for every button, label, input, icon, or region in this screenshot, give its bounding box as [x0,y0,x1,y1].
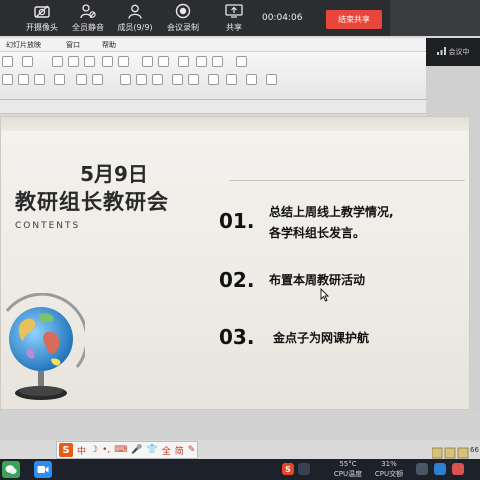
ime-punct-icon[interactable]: •, [102,445,110,455]
ime-tools-icon[interactable]: ✎ [188,445,196,455]
mouse-cursor-icon [320,287,330,302]
arrow-icon[interactable] [172,74,183,85]
ppt-toolbar [0,52,426,100]
slide-canvas[interactable]: 5月9日 教研组长教研会 CONTENTS 01. 总结上周线上教学情况, 各学… [0,116,470,410]
tray-app-icon[interactable] [298,463,310,475]
redo-icon[interactable] [22,56,33,67]
meeting-status-label: 会议中 [448,48,470,56]
cpu-temp-value: 55°C [339,460,357,468]
share-screen-icon [225,3,243,19]
ime-voice-icon[interactable]: 🎤 [131,445,142,455]
toolbar-row-2 [0,72,300,88]
share-screen-label: 共享 [226,23,242,32]
undo-icon[interactable] [2,56,13,67]
font-size-icon[interactable] [178,56,189,67]
members-label: 成员(9/9) [117,23,153,32]
line-style-icon[interactable] [118,56,129,67]
picture-icon[interactable] [84,56,95,67]
ime-language-toggle[interactable]: 中 [77,444,86,457]
shadow-icon[interactable] [246,74,257,85]
mute-all-label: 全员静音 [72,23,104,32]
slide-contents-label: CONTENTS [15,221,81,231]
slide-main-title: 教研组长教研会 [15,190,169,214]
agenda-number-3: 03. [219,325,255,349]
sogou-tray-icon[interactable]: S [282,463,294,475]
ime-full-width-toggle[interactable]: 全 [162,444,171,457]
menu-help[interactable]: 帮助 [102,40,116,50]
shape-icon[interactable] [142,56,153,67]
agenda-text-2: 布置本周教研活动 [269,273,366,287]
globe-image [1,292,89,409]
toolbar-row-1 [0,54,300,70]
zoom-icon[interactable] [212,56,223,67]
ppt-ruler [0,100,426,114]
meeting-timer: 00:04:06 [262,13,303,23]
textbox-icon[interactable] [158,56,169,67]
tray-shield-icon[interactable] [434,463,446,475]
ime-logo-icon[interactable]: S [59,443,73,457]
ime-keyboard-icon[interactable]: ⌨ [114,445,127,455]
agenda-text-3: 金点子为网课护航 [273,331,370,345]
meeting-toolbar-right [390,0,480,36]
end-share-button[interactable]: 结束共享 [326,10,382,29]
ime-skin-icon[interactable]: 👕 [146,445,157,455]
ime-simplified-toggle[interactable]: 简 [175,444,184,457]
agenda-text-1a: 总结上周线上教学情况, [269,205,394,219]
cpu-temp-readout: 55°C CPU温度 [330,459,366,479]
wechat-icon[interactable] [2,461,20,478]
font-color-icon[interactable] [226,74,237,85]
toggle-camera-label: 开摄像头 [26,23,58,32]
record-icon [174,3,192,19]
align-left-icon[interactable] [120,74,131,85]
indent-icon[interactable] [34,74,45,85]
tray-network-icon[interactable] [416,463,428,475]
cpu-temp-label: CPU温度 [333,470,363,478]
chart-icon[interactable] [52,56,63,67]
ime-moon-icon[interactable]: ☽ [90,445,98,455]
record-meeting-label: 会议录制 [167,23,199,32]
menu-window[interactable]: 窗口 [66,40,80,50]
camera-off-icon [33,3,51,19]
slide-top-edge [1,117,469,131]
ppt-menu-bar: 幻灯片放映 窗口 帮助 [0,38,426,52]
table-icon[interactable] [68,56,79,67]
edge-text: 66 [470,446,479,454]
slide-divider [229,180,465,181]
mute-all-icon [79,3,97,19]
cpu-usage-value: 31% [381,460,397,468]
screen: 开摄像头 全员静音 成员(9/9) 会议录制 共享 00:04:06 结束共享 … [0,0,480,480]
signal-bars-icon [436,47,446,57]
font-shrink-icon[interactable] [92,74,103,85]
share-screen-button[interactable]: 共享 [204,3,264,33]
meeting-status-panel[interactable]: 会议中 [426,38,480,66]
cpu-usage-label: CPU交额 [374,470,404,478]
3d-icon[interactable] [266,74,277,85]
outdent-icon[interactable] [54,74,65,85]
folder-icon[interactable] [196,56,207,67]
members-icon [126,3,144,19]
fill-color-icon[interactable] [188,74,199,85]
line-color-icon[interactable] [208,74,219,85]
font-grow-icon[interactable] [76,74,87,85]
tray-security-icon[interactable] [452,463,464,475]
windows-taskbar: S 55°C CPU温度 31% CPU交额 [0,459,480,480]
ime-toolbar[interactable]: S 中 ☽ •, ⌨ 🎤 👕 全 简 ✎ [56,441,198,459]
align-right-icon[interactable] [152,74,163,85]
menu-slideshow[interactable]: 幻灯片放映 [6,40,41,50]
agenda-number-1: 01. [219,209,255,233]
numbering-icon[interactable] [18,74,29,85]
bullets-icon[interactable] [2,74,13,85]
cpu-usage-readout: 31% CPU交额 [372,459,406,479]
help-icon[interactable] [236,56,247,67]
align-center-icon[interactable] [136,74,147,85]
agenda-number-2: 02. [219,268,255,292]
slide-date-title: 5月9日 [80,162,148,186]
insert-image-icon[interactable] [102,56,113,67]
zoom-meeting-icon[interactable] [34,461,52,478]
ppt-lower-band [0,410,480,440]
agenda-text-1b: 各学科组长发言。 [269,226,366,240]
meeting-toolbar: 开摄像头 全员静音 成员(9/9) 会议录制 共享 00:04:06 结束共享 [0,0,480,36]
